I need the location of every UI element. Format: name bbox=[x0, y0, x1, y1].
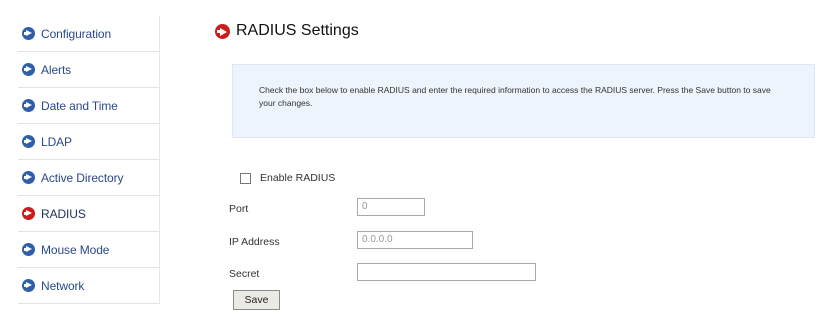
sidebar-item-label: Alerts bbox=[41, 62, 72, 77]
sidebar-item-active-directory[interactable]: Active Directory bbox=[18, 160, 159, 196]
arrow-circle-icon bbox=[22, 135, 35, 148]
sidebar-item-configuration[interactable]: Configuration bbox=[18, 16, 159, 52]
sidebar-item-date-and-time[interactable]: Date and Time bbox=[18, 88, 159, 124]
sidebar-item-alerts[interactable]: Alerts bbox=[18, 52, 159, 88]
enable-radius-checkbox[interactable] bbox=[240, 172, 251, 184]
arrow-circle-icon bbox=[22, 171, 35, 184]
sidebar-item-radius[interactable]: RADIUS bbox=[18, 196, 159, 232]
sidebar-item-label: Date and Time bbox=[41, 98, 118, 113]
sidebar-item-ldap[interactable]: LDAP bbox=[18, 124, 159, 160]
arrow-circle-icon bbox=[22, 99, 35, 112]
secret-label: Secret bbox=[229, 268, 260, 280]
save-button[interactable]: Save bbox=[233, 290, 280, 310]
sidebar-item-label: LDAP bbox=[41, 134, 72, 149]
info-text: Check the box below to enable RADIUS and… bbox=[259, 85, 771, 108]
page-title: RADIUS Settings bbox=[215, 22, 359, 40]
enable-radius-row: Enable RADIUS bbox=[240, 172, 335, 184]
sidebar-item-label: RADIUS bbox=[41, 206, 86, 221]
arrow-circle-icon bbox=[22, 243, 35, 256]
enable-radius-label: Enable RADIUS bbox=[260, 172, 336, 184]
secret-input[interactable] bbox=[357, 263, 536, 281]
arrow-circle-icon bbox=[22, 207, 35, 220]
sidebar-item-label: Active Directory bbox=[41, 170, 124, 185]
arrow-circle-icon bbox=[22, 279, 35, 292]
arrow-circle-icon bbox=[22, 63, 35, 76]
info-box: Check the box below to enable RADIUS and… bbox=[232, 64, 815, 138]
sidebar-item-network[interactable]: Network bbox=[18, 268, 159, 304]
sidebar-item-mouse-mode[interactable]: Mouse Mode bbox=[18, 232, 159, 268]
arrow-circle-icon bbox=[215, 23, 230, 39]
sidebar-item-label: Mouse Mode bbox=[41, 242, 110, 257]
ip-address-label: IP Address bbox=[229, 236, 280, 248]
port-label: Port bbox=[229, 203, 249, 215]
port-input[interactable]: 0 bbox=[357, 198, 425, 216]
sidebar-item-label: Configuration bbox=[41, 26, 112, 41]
ip-address-input[interactable]: 0.0.0.0 bbox=[357, 231, 473, 249]
sidebar-nav: Configuration Alerts Date and Time LDAP … bbox=[18, 16, 160, 304]
arrow-circle-icon bbox=[22, 27, 35, 40]
page-title-text: RADIUS Settings bbox=[236, 22, 359, 39]
sidebar-item-label: Network bbox=[41, 278, 85, 293]
